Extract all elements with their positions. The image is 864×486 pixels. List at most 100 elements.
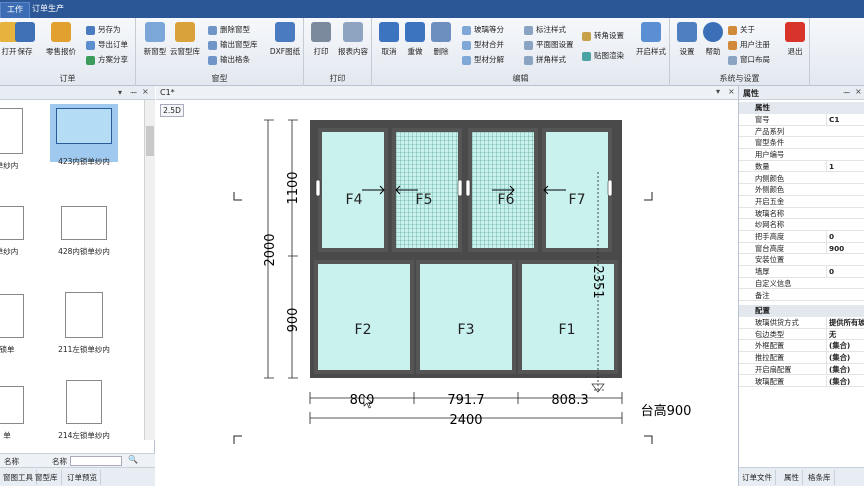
property-row[interactable]: 数量 1 — [739, 160, 864, 173]
new-window-type-button[interactable]: 新窗型 — [138, 22, 172, 68]
tab-order-preview[interactable]: 订单预览 — [64, 470, 101, 485]
property-value[interactable]: (集合) — [826, 340, 864, 352]
user-register-button[interactable]: 用户注册 — [728, 39, 770, 51]
property-row[interactable]: 安装位置 — [739, 254, 864, 267]
property-row[interactable]: 外框配置 (集合) — [739, 340, 864, 353]
section-config[interactable]: 配置 — [739, 305, 864, 317]
thumbnail-caption: 211左锁单纱内 — [58, 345, 110, 354]
property-value[interactable]: 无 — [826, 328, 864, 340]
property-value[interactable]: (集合) — [826, 352, 864, 364]
property-key: 内侧颜色 — [755, 173, 785, 183]
turn-settings-button[interactable]: 转角设置 — [582, 30, 624, 42]
report-content-button[interactable]: 报表内容 — [336, 22, 370, 68]
section-properties[interactable]: 属性 — [739, 102, 864, 114]
property-row[interactable]: 玻璃供货方式 提供所有玻 — [739, 317, 864, 329]
property-row[interactable]: 纱网名称 — [739, 219, 864, 231]
share-icon — [86, 56, 95, 65]
property-value[interactable]: 900 — [826, 242, 864, 254]
tab-order-file[interactable]: 订单文件 — [739, 470, 776, 485]
property-row[interactable]: 开启扇配置 (集合) — [739, 363, 864, 376]
export-order-button[interactable]: 导出订单 — [86, 39, 128, 51]
property-row[interactable]: 备注 — [739, 290, 864, 302]
dropdown-arrow-icon[interactable]: ▾ — [118, 88, 122, 97]
exit-button[interactable]: 退出 — [778, 22, 812, 68]
property-row[interactable]: 窗型条件 — [739, 137, 864, 150]
help-button[interactable]: 帮助 — [696, 22, 730, 68]
property-row[interactable]: 把手高度 0 — [739, 231, 864, 243]
property-row[interactable]: 包边类型 无 — [739, 328, 864, 341]
thumbnail-caption: 锁单 — [0, 345, 15, 354]
opening-style-icon — [641, 22, 661, 42]
thumbnail-item[interactable]: 单纱内 — [0, 206, 32, 257]
output-grid-bar-button[interactable]: 输出格条 — [208, 54, 250, 66]
thumbnail-item[interactable]: 214左锁单纱内 — [50, 380, 118, 441]
dimension-style-button[interactable]: 标注样式 — [524, 24, 566, 36]
property-row[interactable]: 玻璃配置 (集合) — [739, 375, 864, 388]
property-row[interactable]: 产品系列 — [739, 126, 864, 138]
delete-window-type-button[interactable]: 删除窗型 — [208, 24, 250, 36]
close-panel-icon[interactable]: × — [855, 87, 862, 96]
glass-divide-label: 玻璃等分 — [474, 25, 504, 34]
drawing-tab[interactable]: C1* — [160, 88, 175, 97]
tab-grid-library[interactable]: 格条库 — [805, 470, 835, 485]
texture-render-button[interactable]: 贴图渲染 — [582, 50, 624, 62]
property-key: 玻璃名称 — [755, 208, 785, 218]
property-value[interactable]: 0 — [826, 266, 864, 278]
output-window-lib-button[interactable]: 输出窗型库 — [208, 39, 258, 51]
layout-icon — [728, 56, 737, 65]
property-value[interactable]: (集合) — [826, 375, 864, 387]
scrollbar-thumb[interactable] — [146, 126, 154, 156]
close-panel-icon[interactable]: × — [142, 87, 149, 96]
opening-style-button[interactable]: 开启样式 — [634, 22, 668, 68]
profile-split-button[interactable]: 型材分解 — [462, 54, 504, 66]
thumbnail-item-selected[interactable]: 423内锁单纱内 — [50, 104, 118, 166]
property-row[interactable]: 玻璃名称 — [739, 208, 864, 220]
thumbnail-item[interactable]: 428内锁单纱内 — [50, 206, 118, 257]
library-scrollbar[interactable] — [144, 100, 155, 440]
tab-window-library[interactable]: 窗型库 — [32, 470, 62, 485]
drawing-canvas[interactable]: 2.5D F4 F5 F6 F7 F2 F3 F1 1100 2000 900 … — [156, 100, 738, 486]
close-tab-icon[interactable]: × — [728, 87, 735, 96]
pin-icon[interactable]: ᅲ — [843, 87, 850, 98]
corner-style-button[interactable]: 拼角样式 — [524, 54, 566, 66]
save-as-button[interactable]: 另存为 — [86, 24, 121, 36]
retail-quote-button[interactable]: 零售报价 — [44, 22, 78, 68]
property-row[interactable]: 用户编号 — [739, 149, 864, 161]
property-value[interactable]: 提供所有玻 — [826, 317, 864, 328]
tab-attributes[interactable]: 属性 — [781, 470, 803, 485]
property-row[interactable]: 墙厚 0 — [739, 266, 864, 278]
property-row[interactable]: 窗号 C1 — [739, 114, 864, 126]
dxf-drawing-button[interactable]: DXF图纸 — [268, 22, 302, 68]
property-value[interactable]: 0 — [826, 231, 864, 242]
share-plan-button[interactable]: 方案分享 — [86, 54, 128, 66]
save-button[interactable]: 保存 — [8, 22, 42, 68]
property-value[interactable]: C1 — [826, 114, 864, 125]
property-row[interactable]: 窗台高度 900 — [739, 242, 864, 255]
property-row[interactable]: 开启五金 — [739, 196, 864, 208]
window-layout-button[interactable]: 窗口布局 — [728, 54, 770, 66]
pin-icon[interactable]: ᅲ — [130, 87, 137, 98]
about-button[interactable]: 关于 — [728, 24, 755, 36]
profile-merge-button[interactable]: 型材合并 — [462, 39, 504, 51]
property-row[interactable]: 自定义信息 — [739, 278, 864, 290]
property-value[interactable]: 1 — [826, 160, 864, 172]
thumbnail-item[interactable]: 单纱内 — [0, 108, 32, 171]
label-f4: F4 — [346, 192, 363, 208]
tab-order-production[interactable]: 订单生产 — [26, 2, 70, 18]
property-row[interactable]: 推拉配置 (集合) — [739, 352, 864, 364]
delete-button[interactable]: 删除 — [424, 22, 458, 68]
plan-settings-button[interactable]: 平面图设置 — [524, 39, 574, 51]
print-button[interactable]: 打印 — [304, 22, 338, 68]
dropdown-arrow-icon[interactable]: ▾ — [716, 87, 720, 96]
cloud-window-lib-button[interactable]: 云窗型库 — [168, 22, 202, 68]
property-value[interactable]: (集合) — [826, 363, 864, 375]
glass-divide-button[interactable]: 玻璃等分 — [462, 24, 504, 36]
window-drawing[interactable]: F4 F5 F6 F7 F2 F3 F1 1100 2000 900 2351 … — [156, 100, 738, 486]
search-input[interactable] — [70, 456, 122, 466]
property-row[interactable]: 内侧颜色 — [739, 173, 864, 185]
thumbnail-item[interactable]: 单 — [0, 386, 32, 441]
search-icon[interactable]: 🔍 — [128, 455, 138, 464]
thumbnail-item[interactable]: 211左锁单纱内 — [50, 292, 118, 355]
thumbnail-item[interactable]: 锁单 — [0, 294, 32, 355]
property-row[interactable]: 外侧颜色 — [739, 184, 864, 196]
